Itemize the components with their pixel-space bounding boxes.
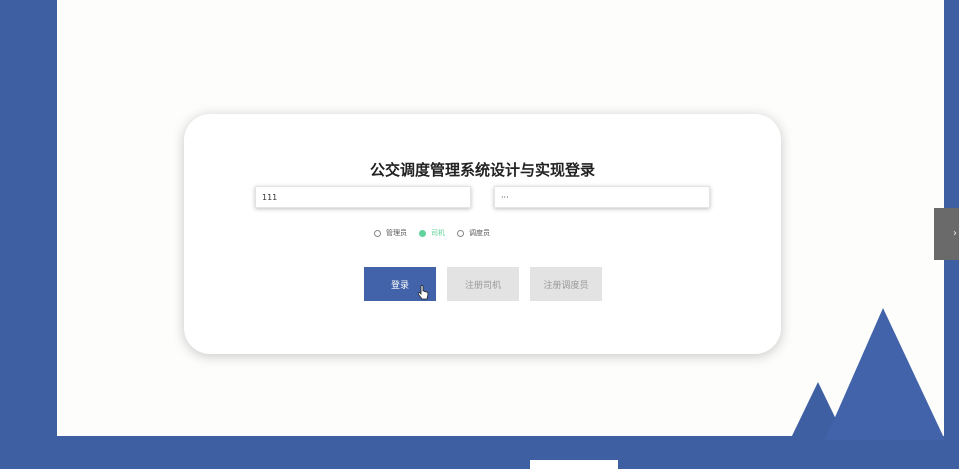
password-input[interactable] [494,186,710,208]
register-dispatcher-button[interactable]: 注册调度员 [530,267,602,301]
role-option-dispatcher[interactable]: 调度员 [457,228,490,238]
hand-pointer-icon [417,285,429,300]
radio-icon[interactable] [419,229,426,237]
page-frame: 公交调度管理系统设计与实现登录 管理员 司机 调度员 登录 注册司机 注册调度员… [0,0,959,469]
role-option-driver[interactable]: 司机 [419,228,445,238]
role-option-admin[interactable]: 管理员 [374,228,407,238]
bottom-indicator [530,460,618,469]
page-title: 公交调度管理系统设计与实现登录 [369,161,595,179]
role-radio-group: 管理员 司机 调度员 [374,228,502,238]
radio-icon[interactable] [374,229,381,237]
mountain-decoration [790,308,945,440]
chevron-right-icon: › [953,228,957,239]
role-label-dispatcher: 调度员 [469,229,490,237]
username-input[interactable] [255,186,471,208]
role-label-admin: 管理员 [386,229,407,237]
register-driver-button[interactable]: 注册司机 [447,267,519,301]
radio-icon[interactable] [457,229,464,237]
login-card: 公交调度管理系统设计与实现登录 管理员 司机 调度员 登录 注册司机 注册调度员 [184,114,781,354]
role-label-driver: 司机 [431,229,445,237]
side-tab[interactable]: › [934,208,959,260]
